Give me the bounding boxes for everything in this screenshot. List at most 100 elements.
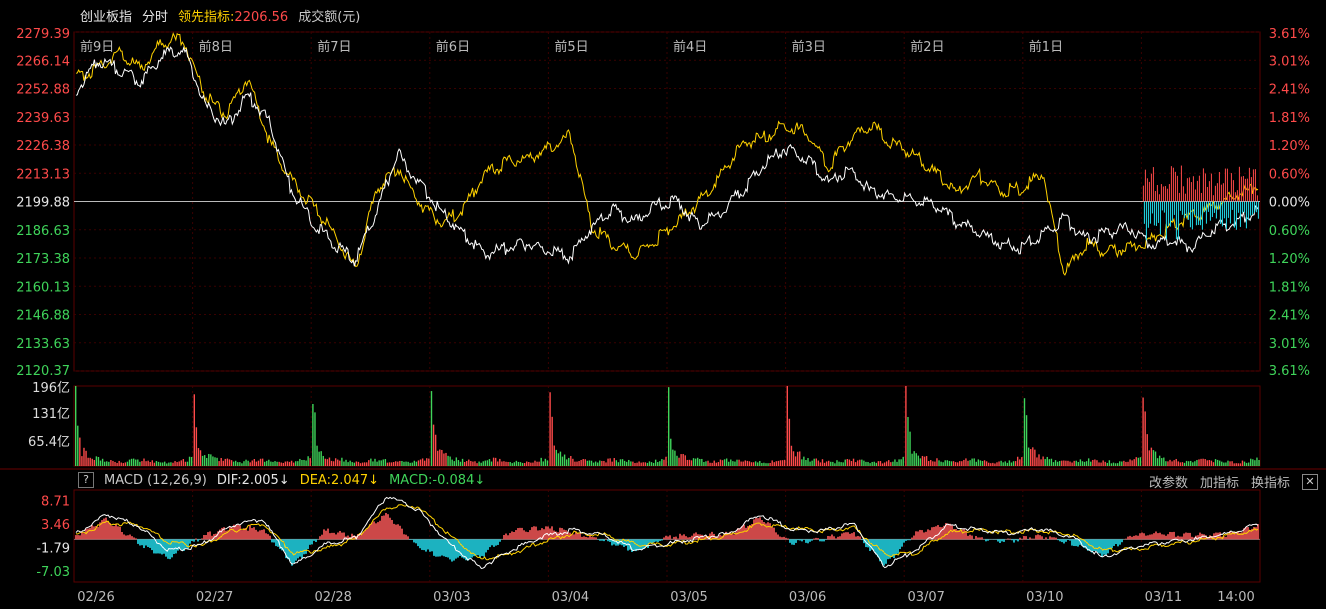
price-tick-label: 2186.63	[16, 224, 70, 239]
volume-bar	[1233, 463, 1235, 466]
volume-bar	[266, 460, 268, 466]
volume-bar	[1083, 461, 1086, 466]
volume-bar	[668, 387, 670, 466]
volume-bar	[85, 450, 87, 466]
volume-bar	[646, 462, 649, 466]
volume-bar	[1102, 460, 1104, 466]
help-button[interactable]: ?	[78, 472, 94, 488]
volume-bar	[255, 461, 258, 466]
volume-bar	[208, 453, 210, 466]
switch-indicator-button[interactable]: 换指标	[1251, 472, 1290, 491]
volume-bar	[241, 463, 243, 466]
index-name[interactable]: 创业板指	[80, 6, 132, 25]
volume-bar	[276, 461, 278, 466]
volume-bar	[195, 427, 198, 466]
change-params-button[interactable]: 改参数	[1149, 472, 1188, 491]
pct-tick-label: 1.81%	[1269, 280, 1310, 295]
volume-bar	[817, 460, 820, 466]
volume-bar	[161, 462, 164, 466]
volume-bar	[1048, 459, 1051, 466]
volume-bar	[728, 461, 730, 466]
volume-bar	[1252, 459, 1254, 466]
volume-bar	[1235, 463, 1237, 466]
close-icon[interactable]: ✕	[1302, 473, 1318, 490]
pct-tick-label: 2.41%	[1269, 83, 1310, 98]
volume-bar	[650, 462, 653, 466]
volume-bar	[761, 463, 763, 466]
volume-bar	[143, 458, 145, 466]
mode-label[interactable]: 分时	[142, 6, 168, 25]
volume-bar	[474, 461, 476, 466]
intraday-chart[interactable]: 2279.39 3.61% 2266.14 3.01% 2252.88 2.41% 2239…	[0, 0, 1326, 609]
volume-bar	[278, 461, 280, 466]
volume-bar	[1208, 460, 1211, 466]
volume-bar	[326, 459, 329, 466]
volume-bar	[790, 445, 793, 466]
volume-bar	[711, 462, 713, 466]
volume-bar	[619, 459, 622, 466]
volume-bar	[168, 462, 170, 466]
volume-bar	[1036, 457, 1038, 466]
macd-indicator-bar: ? MACD (12,26,9) DIF:2.005↓ DEA:2.047↓ M…	[78, 472, 485, 488]
volume-bar	[1123, 460, 1125, 466]
volume-bar	[1212, 462, 1215, 466]
volume-bar	[1250, 458, 1252, 466]
volume-bar	[1040, 459, 1042, 466]
volume-bar	[672, 449, 674, 466]
day-label: 前1日	[1029, 39, 1063, 55]
volume-bar	[825, 461, 828, 466]
volume-bar	[478, 461, 480, 466]
volume-bar	[534, 460, 536, 466]
volume-bar	[690, 460, 693, 466]
day-label: 前8日	[199, 39, 233, 55]
volume-bar	[1223, 462, 1225, 466]
volume-bar	[118, 460, 120, 466]
volume-bar	[288, 461, 291, 466]
price-tick-label: 2239.63	[16, 111, 70, 126]
volume-bar	[309, 458, 311, 466]
volume-bar	[811, 460, 813, 466]
volume-bar	[844, 459, 846, 466]
volume-bar	[1256, 457, 1258, 466]
volume-bar	[1239, 463, 1242, 466]
price-tick-label: 2226.38	[16, 139, 70, 154]
volume-bar	[1090, 461, 1092, 466]
add-indicator-button[interactable]: 加指标	[1200, 472, 1239, 491]
pct-tick-label: 0.00%	[1269, 196, 1310, 211]
volume-bar	[1185, 460, 1188, 466]
volume-bar	[137, 459, 139, 466]
volume-bar	[885, 461, 888, 466]
volume-bar	[594, 461, 597, 466]
volume-bar	[707, 460, 709, 466]
volume-bar	[437, 450, 439, 466]
macd-title[interactable]: MACD (12,26,9)	[104, 473, 207, 488]
volume-bar	[911, 453, 913, 466]
volume-bar	[892, 461, 894, 466]
volume-bar	[865, 461, 867, 466]
volume-bar	[1125, 461, 1127, 466]
volume-bar	[193, 394, 195, 466]
volume-bar	[201, 455, 204, 466]
volume-bar	[781, 460, 784, 466]
pct-tick-label: 2.41%	[1269, 309, 1310, 324]
volume-bar	[694, 458, 697, 466]
volume-bar	[898, 459, 900, 466]
volume-bar	[415, 461, 418, 466]
volume-bar	[330, 460, 333, 466]
volume-bar	[1100, 462, 1102, 466]
volume-bar	[426, 458, 428, 466]
volume-bar	[1229, 461, 1231, 466]
volume-bar	[511, 463, 513, 466]
volume-bar	[1106, 462, 1108, 466]
volume-bar	[703, 462, 705, 466]
volume-bar	[983, 460, 986, 466]
volume-bar	[846, 459, 849, 466]
volume-bar	[370, 458, 372, 466]
volume-bar	[222, 460, 224, 466]
volume-bar	[738, 459, 740, 466]
volume-bar	[390, 462, 393, 466]
volume-bar	[166, 463, 168, 466]
volume-bar	[757, 462, 759, 466]
volume-bar	[245, 459, 247, 466]
volume-bar	[157, 461, 160, 466]
